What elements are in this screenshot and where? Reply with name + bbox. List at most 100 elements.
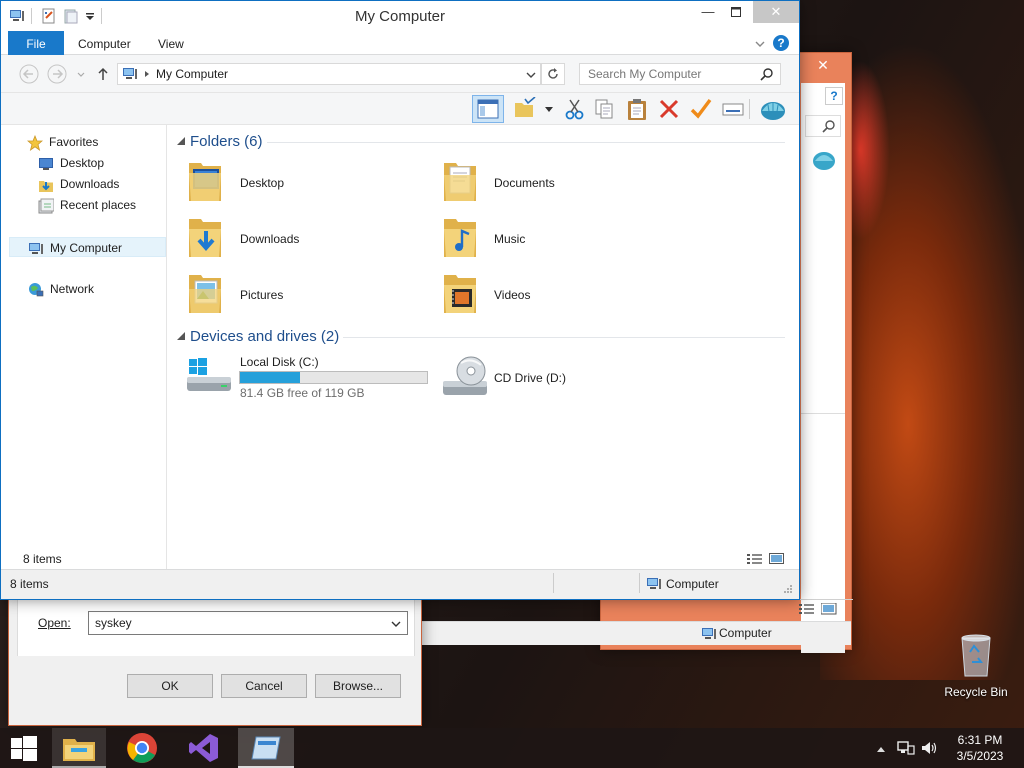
computer-icon bbox=[702, 628, 716, 639]
cut-icon[interactable] bbox=[563, 97, 587, 121]
drive-usage-bar bbox=[239, 371, 428, 384]
forward-arrow-icon[interactable] bbox=[47, 64, 67, 84]
resize-grip-icon[interactable] bbox=[783, 584, 793, 594]
folder-label: Music bbox=[494, 232, 526, 246]
shell-icon[interactable] bbox=[811, 149, 837, 171]
windows-logo-icon bbox=[11, 736, 37, 761]
up-arrow-icon[interactable] bbox=[97, 67, 109, 81]
downloads-icon bbox=[39, 180, 53, 192]
clock-date: 3/5/2023 bbox=[956, 749, 1004, 763]
open-value[interactable]: syskey bbox=[95, 613, 132, 633]
pictures-folder-icon bbox=[189, 275, 221, 313]
nav-downloads[interactable]: Downloads bbox=[38, 174, 119, 194]
help-icon[interactable]: ? bbox=[825, 87, 843, 105]
address-text: My Computer bbox=[156, 67, 229, 81]
details-view-icon[interactable] bbox=[747, 553, 763, 565]
drive-label: Local Disk (C:) bbox=[240, 355, 319, 369]
back-search-field[interactable] bbox=[805, 115, 841, 137]
taskbar-file-explorer[interactable] bbox=[52, 728, 106, 768]
start-button[interactable] bbox=[0, 728, 56, 768]
large-icons-view-icon[interactable] bbox=[821, 603, 837, 615]
recycle-bin-shortcut[interactable]: Recycle Bin bbox=[940, 630, 1012, 700]
search-field[interactable]: Search My Computer bbox=[579, 63, 781, 85]
tab-computer[interactable]: Computer bbox=[78, 31, 131, 55]
select-folder-icon[interactable] bbox=[513, 97, 537, 121]
tab-file[interactable]: File bbox=[8, 31, 64, 55]
refresh-icon bbox=[548, 68, 558, 79]
open-label: Open: bbox=[38, 616, 71, 630]
window-title: My Computer bbox=[354, 8, 446, 25]
cd-drive-icon bbox=[443, 356, 487, 395]
recycle-bin-label: Recycle Bin bbox=[944, 685, 1008, 699]
desktop-folder-icon bbox=[189, 163, 221, 201]
show-hidden-icons-icon[interactable] bbox=[876, 745, 886, 753]
search-icon bbox=[822, 120, 835, 133]
expand-ribbon-icon[interactable] bbox=[755, 40, 765, 48]
videos-folder-icon bbox=[444, 275, 476, 313]
delete-icon[interactable] bbox=[657, 97, 681, 121]
nav-downloads-label: Downloads bbox=[60, 177, 120, 191]
nav-my-computer[interactable]: My Computer bbox=[9, 237, 166, 257]
nav-desktop[interactable]: Desktop bbox=[38, 153, 104, 173]
downloads-folder-icon bbox=[189, 219, 221, 257]
command-toolbar bbox=[1, 93, 799, 125]
taskbar-chrome[interactable] bbox=[114, 728, 170, 768]
rename-check-icon[interactable] bbox=[689, 97, 713, 121]
title-bar[interactable]: My Computer — ✕ bbox=[1, 1, 799, 31]
shell-icon[interactable] bbox=[759, 97, 787, 121]
network-tray-icon[interactable] bbox=[897, 740, 915, 756]
tab-view[interactable]: View bbox=[158, 31, 184, 55]
taskbar: 6:31 PM 3/5/2023 bbox=[0, 728, 1024, 768]
group-folders-header[interactable]: Folders (6) bbox=[190, 133, 263, 150]
nav-favorites[interactable]: Favorites bbox=[27, 132, 98, 152]
system-clock[interactable]: 6:31 PM 3/5/2023 bbox=[946, 732, 1014, 764]
folder-label: Videos bbox=[494, 288, 531, 302]
network-icon bbox=[29, 282, 44, 297]
content-pane: Folders (6) Desktop Documents Downloads … bbox=[23, 125, 799, 569]
clock-time: 6:31 PM bbox=[957, 733, 1003, 747]
details-view-icon[interactable] bbox=[799, 603, 815, 615]
paste-icon[interactable] bbox=[625, 97, 649, 121]
maximize-button[interactable] bbox=[719, 1, 753, 23]
file-explorer-icon bbox=[63, 739, 95, 761]
back-window-close-button[interactable]: ✕ bbox=[801, 55, 845, 75]
nav-network[interactable]: Network bbox=[28, 279, 94, 299]
nav-recent-places[interactable]: Recent places bbox=[38, 195, 136, 215]
address-bar-area: My Computer Search My Computer bbox=[1, 55, 799, 93]
group-devices-header[interactable]: Devices and drives (2) bbox=[190, 328, 339, 345]
cancel-button[interactable]: Cancel bbox=[221, 674, 307, 698]
back-status-location: Computer bbox=[719, 626, 772, 640]
nav-favorites-label: Favorites bbox=[49, 135, 99, 149]
drive-usage-fill bbox=[240, 372, 300, 383]
collapse-group-icon[interactable] bbox=[177, 332, 185, 340]
preview-pane-button[interactable] bbox=[472, 95, 504, 123]
close-button[interactable]: ✕ bbox=[753, 1, 799, 23]
copy-icon[interactable] bbox=[593, 97, 617, 121]
back-window-statusbar: Computer bbox=[421, 621, 851, 645]
recent-locations-icon[interactable] bbox=[77, 72, 85, 78]
open-combobox[interactable]: syskey bbox=[88, 611, 408, 635]
volume-icon[interactable] bbox=[921, 740, 939, 756]
maximize-icon bbox=[731, 7, 741, 17]
refresh-button[interactable] bbox=[541, 63, 565, 85]
nav-desktop-label: Desktop bbox=[60, 156, 105, 170]
properties-toolbar-icon[interactable] bbox=[721, 97, 745, 121]
taskbar-run-dialog[interactable] bbox=[238, 728, 294, 768]
help-icon[interactable]: ? bbox=[773, 35, 789, 51]
address-field[interactable]: My Computer bbox=[117, 63, 541, 85]
nav-recent-label: Recent places bbox=[60, 198, 137, 212]
recycle-bin-icon bbox=[961, 634, 991, 677]
large-icons-view-icon[interactable] bbox=[769, 553, 785, 565]
back-arrow-icon[interactable] bbox=[19, 64, 39, 84]
status-items: 8 items bbox=[10, 577, 49, 591]
nav-network-label: Network bbox=[50, 282, 95, 296]
taskbar-visual-studio[interactable] bbox=[176, 728, 232, 768]
explorer-window[interactable]: My Computer — ✕ File Computer View ? My … bbox=[0, 0, 800, 600]
run-dialog[interactable]: Open: syskey OK Cancel Browse... bbox=[8, 590, 422, 726]
computer-icon bbox=[29, 242, 43, 254]
ok-button[interactable]: OK bbox=[127, 674, 213, 698]
select-dropdown-icon[interactable] bbox=[545, 107, 553, 113]
browse-button[interactable]: Browse... bbox=[315, 674, 401, 698]
local-disk-icon bbox=[187, 358, 231, 391]
collapse-group-icon[interactable] bbox=[177, 137, 185, 145]
